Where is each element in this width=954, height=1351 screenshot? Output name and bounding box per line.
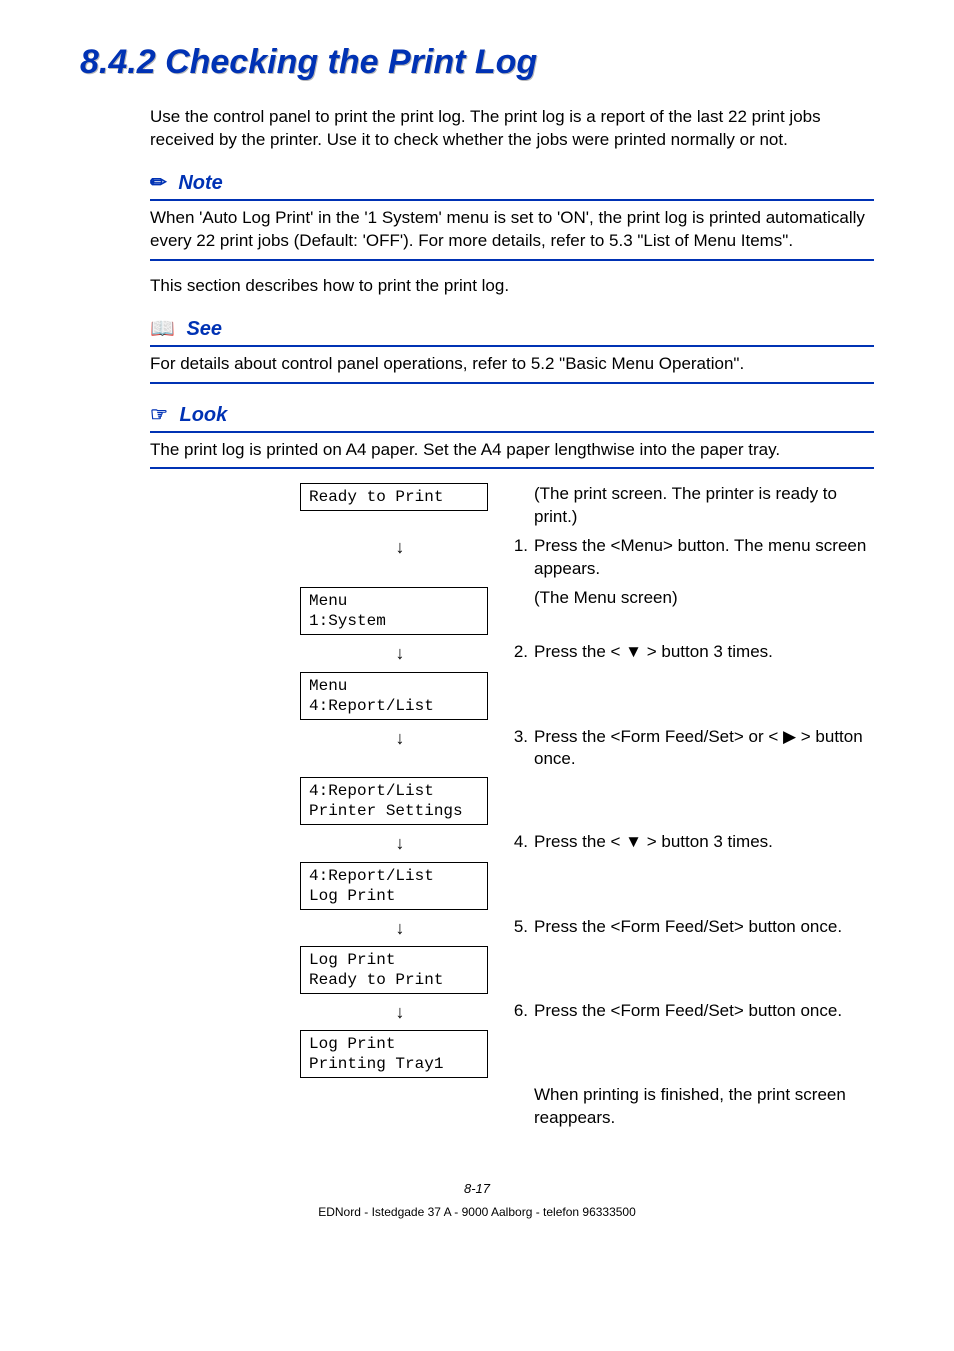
intro-paragraph: Use the control panel to print the print… xyxy=(150,106,874,152)
hand-icon: ☞ xyxy=(150,404,168,426)
step-desc-0: (The print screen. The printer is ready … xyxy=(534,483,874,529)
book-icon: 📖 xyxy=(150,318,175,340)
see-label: See xyxy=(186,318,222,340)
see-rule-top xyxy=(150,345,874,347)
step-number: 2. xyxy=(500,641,534,664)
arrow-down-icon: ↓ xyxy=(396,916,405,940)
final-text: When printing is finished, the print scr… xyxy=(534,1084,874,1130)
step-text-3: Press the <Form Feed/Set> or < ▶ > butto… xyxy=(534,726,874,772)
note-icon: ✏ xyxy=(150,172,167,194)
arrow-down-icon: ↓ xyxy=(396,831,405,855)
lcd-screen-1: Menu 1:System xyxy=(300,587,488,635)
note-rule-top xyxy=(150,199,874,201)
mid-paragraph: This section describes how to print the … xyxy=(150,275,874,298)
look-rule-bottom xyxy=(150,467,874,469)
lcd-screen-6: Log Print Printing Tray1 xyxy=(300,1030,488,1078)
note-label: Note xyxy=(178,172,222,194)
see-text: For details about control panel operatio… xyxy=(150,353,874,376)
step-text-1: Press the <Menu> button. The menu screen… xyxy=(534,535,874,581)
arrow-down-icon: ↓ xyxy=(396,641,405,665)
lcd-screen-0: Ready to Print xyxy=(300,483,488,511)
arrow-down-icon: ↓ xyxy=(396,726,405,750)
lcd-screen-4: 4:Report/List Log Print xyxy=(300,862,488,910)
arrow-down-icon: ↓ xyxy=(396,535,405,559)
note-text: When 'Auto Log Print' in the '1 System' … xyxy=(150,207,874,253)
lcd-screen-3: 4:Report/List Printer Settings xyxy=(300,777,488,825)
page-number: 8-17 xyxy=(80,1180,874,1198)
section-heading: 8.4.2 Checking the Print Log xyxy=(80,40,874,86)
lcd-screen-2: Menu 4:Report/List xyxy=(300,672,488,720)
see-header: 📖 See xyxy=(150,316,874,343)
step-number: 3. xyxy=(500,726,534,749)
note-rule-bottom xyxy=(150,259,874,261)
note-header: ✏ Note xyxy=(150,170,874,197)
look-rule-top xyxy=(150,431,874,433)
step-number: 1. xyxy=(500,535,534,558)
step-text-4: Press the < ▼ > button 3 times. xyxy=(534,831,874,854)
step-number: 6. xyxy=(500,1000,534,1023)
step-text-5: Press the <Form Feed/Set> button once. xyxy=(534,916,874,939)
look-header: ☞ Look xyxy=(150,402,874,429)
step-number: 4. xyxy=(500,831,534,854)
footer-text: EDNord - Istedgade 37 A - 9000 Aalborg -… xyxy=(80,1204,874,1220)
step-text-6: Press the <Form Feed/Set> button once. xyxy=(534,1000,874,1023)
look-label: Look xyxy=(180,404,228,426)
step-text-2: Press the < ▼ > button 3 times. xyxy=(534,641,874,664)
arrow-down-icon: ↓ xyxy=(396,1000,405,1024)
step-desc-1: (The Menu screen) xyxy=(534,587,874,610)
look-text: The print log is printed on A4 paper. Se… xyxy=(150,439,874,462)
step-number: 5. xyxy=(500,916,534,939)
lcd-screen-5: Log Print Ready to Print xyxy=(300,946,488,994)
see-rule-bottom xyxy=(150,382,874,384)
